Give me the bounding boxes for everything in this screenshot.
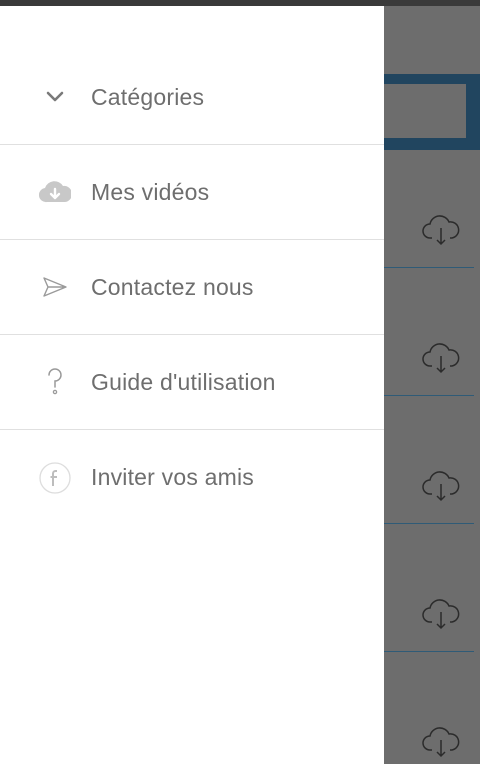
cloud-download-icon bbox=[422, 727, 460, 758]
background-list-item bbox=[384, 268, 480, 396]
background-list-item bbox=[384, 652, 480, 764]
drawer-item-user-guide[interactable]: Guide d'utilisation bbox=[0, 335, 384, 430]
background-search-field bbox=[384, 84, 466, 138]
drawer-item-label: Mes vidéos bbox=[91, 178, 210, 205]
navigation-drawer: Catégories Mes vidéos Contactez nous Gui… bbox=[0, 6, 384, 764]
drawer-item-label: Catégories bbox=[91, 83, 205, 110]
drawer-item-label: Guide d'utilisation bbox=[91, 368, 276, 395]
drawer-item-label: Contactez nous bbox=[91, 273, 254, 300]
status-bar bbox=[0, 0, 480, 6]
cloud-download-icon bbox=[422, 343, 460, 374]
send-icon bbox=[39, 271, 71, 303]
background-list-item bbox=[384, 152, 480, 268]
drawer-item-my-videos[interactable]: Mes vidéos bbox=[0, 145, 384, 240]
background-list-item bbox=[384, 396, 480, 524]
cloud-download-icon bbox=[422, 599, 460, 630]
cloud-download-icon bbox=[422, 471, 460, 502]
drawer-item-label: Inviter vos amis bbox=[91, 464, 254, 490]
drawer-item-invite-friends[interactable]: Inviter vos amis bbox=[0, 430, 384, 525]
facebook-icon bbox=[39, 461, 71, 494]
cloud-download-icon bbox=[422, 215, 460, 246]
drawer-item-categories[interactable]: Catégories bbox=[0, 50, 384, 145]
question-icon bbox=[39, 366, 71, 398]
background-list-item bbox=[384, 524, 480, 652]
cloud-download-icon bbox=[39, 176, 71, 208]
drawer-item-contact[interactable]: Contactez nous bbox=[0, 240, 384, 335]
chevron-down-icon bbox=[39, 81, 71, 113]
